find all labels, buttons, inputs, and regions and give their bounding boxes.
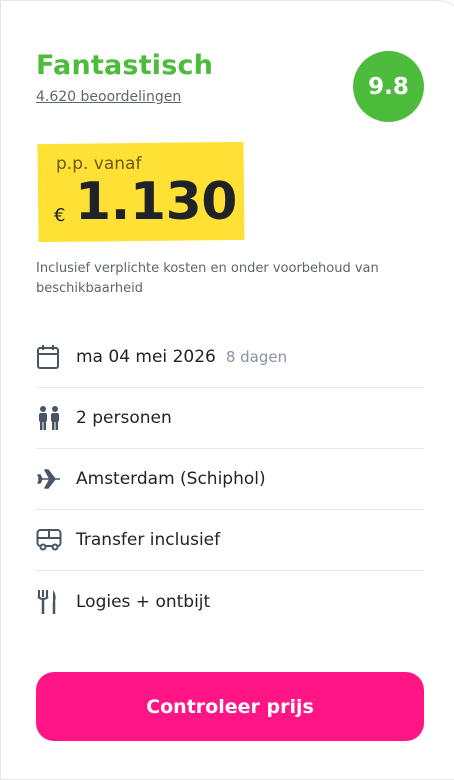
bus-icon: [36, 526, 64, 554]
rating-label: Fantastisch: [36, 50, 214, 81]
detail-row-departure: Amsterdam (Schiphol): [36, 449, 424, 510]
transfer-info: Transfer inclusief: [76, 530, 221, 550]
board-type: Logies + ontbijt: [76, 591, 211, 612]
score-badge: 9.8: [353, 51, 424, 122]
calendar-icon: [36, 343, 64, 371]
travel-duration: 8 dagen: [225, 348, 288, 366]
plane-icon: [36, 465, 64, 493]
people-icon: [36, 404, 64, 432]
trip-details-list: ma 04 mei 2026 8 dagen 2 personen Amster…: [36, 327, 424, 632]
reviews-link[interactable]: 4.620 beoordelingen: [36, 89, 181, 105]
price-currency: €: [54, 205, 66, 226]
detail-row-board: Logies + ontbijt: [36, 571, 424, 632]
travel-date: ma 04 mei 2026: [76, 347, 216, 367]
detail-row-date: ma 04 mei 2026 8 dagen: [36, 327, 424, 388]
cutlery-icon: [36, 588, 64, 616]
departure-airport: Amsterdam (Schiphol): [76, 469, 266, 489]
price-prefix: p.p. vanaf: [56, 154, 142, 174]
persons-count: 2 personen: [76, 408, 172, 428]
price-amount: 1.130: [75, 172, 237, 232]
check-price-button[interactable]: Controleer prijs: [36, 672, 424, 741]
detail-row-transfer: Transfer inclusief: [36, 510, 424, 571]
price-disclaimer: Inclusief verplichte kosten en onder voo…: [36, 261, 379, 296]
detail-row-persons: 2 personen: [36, 388, 424, 449]
